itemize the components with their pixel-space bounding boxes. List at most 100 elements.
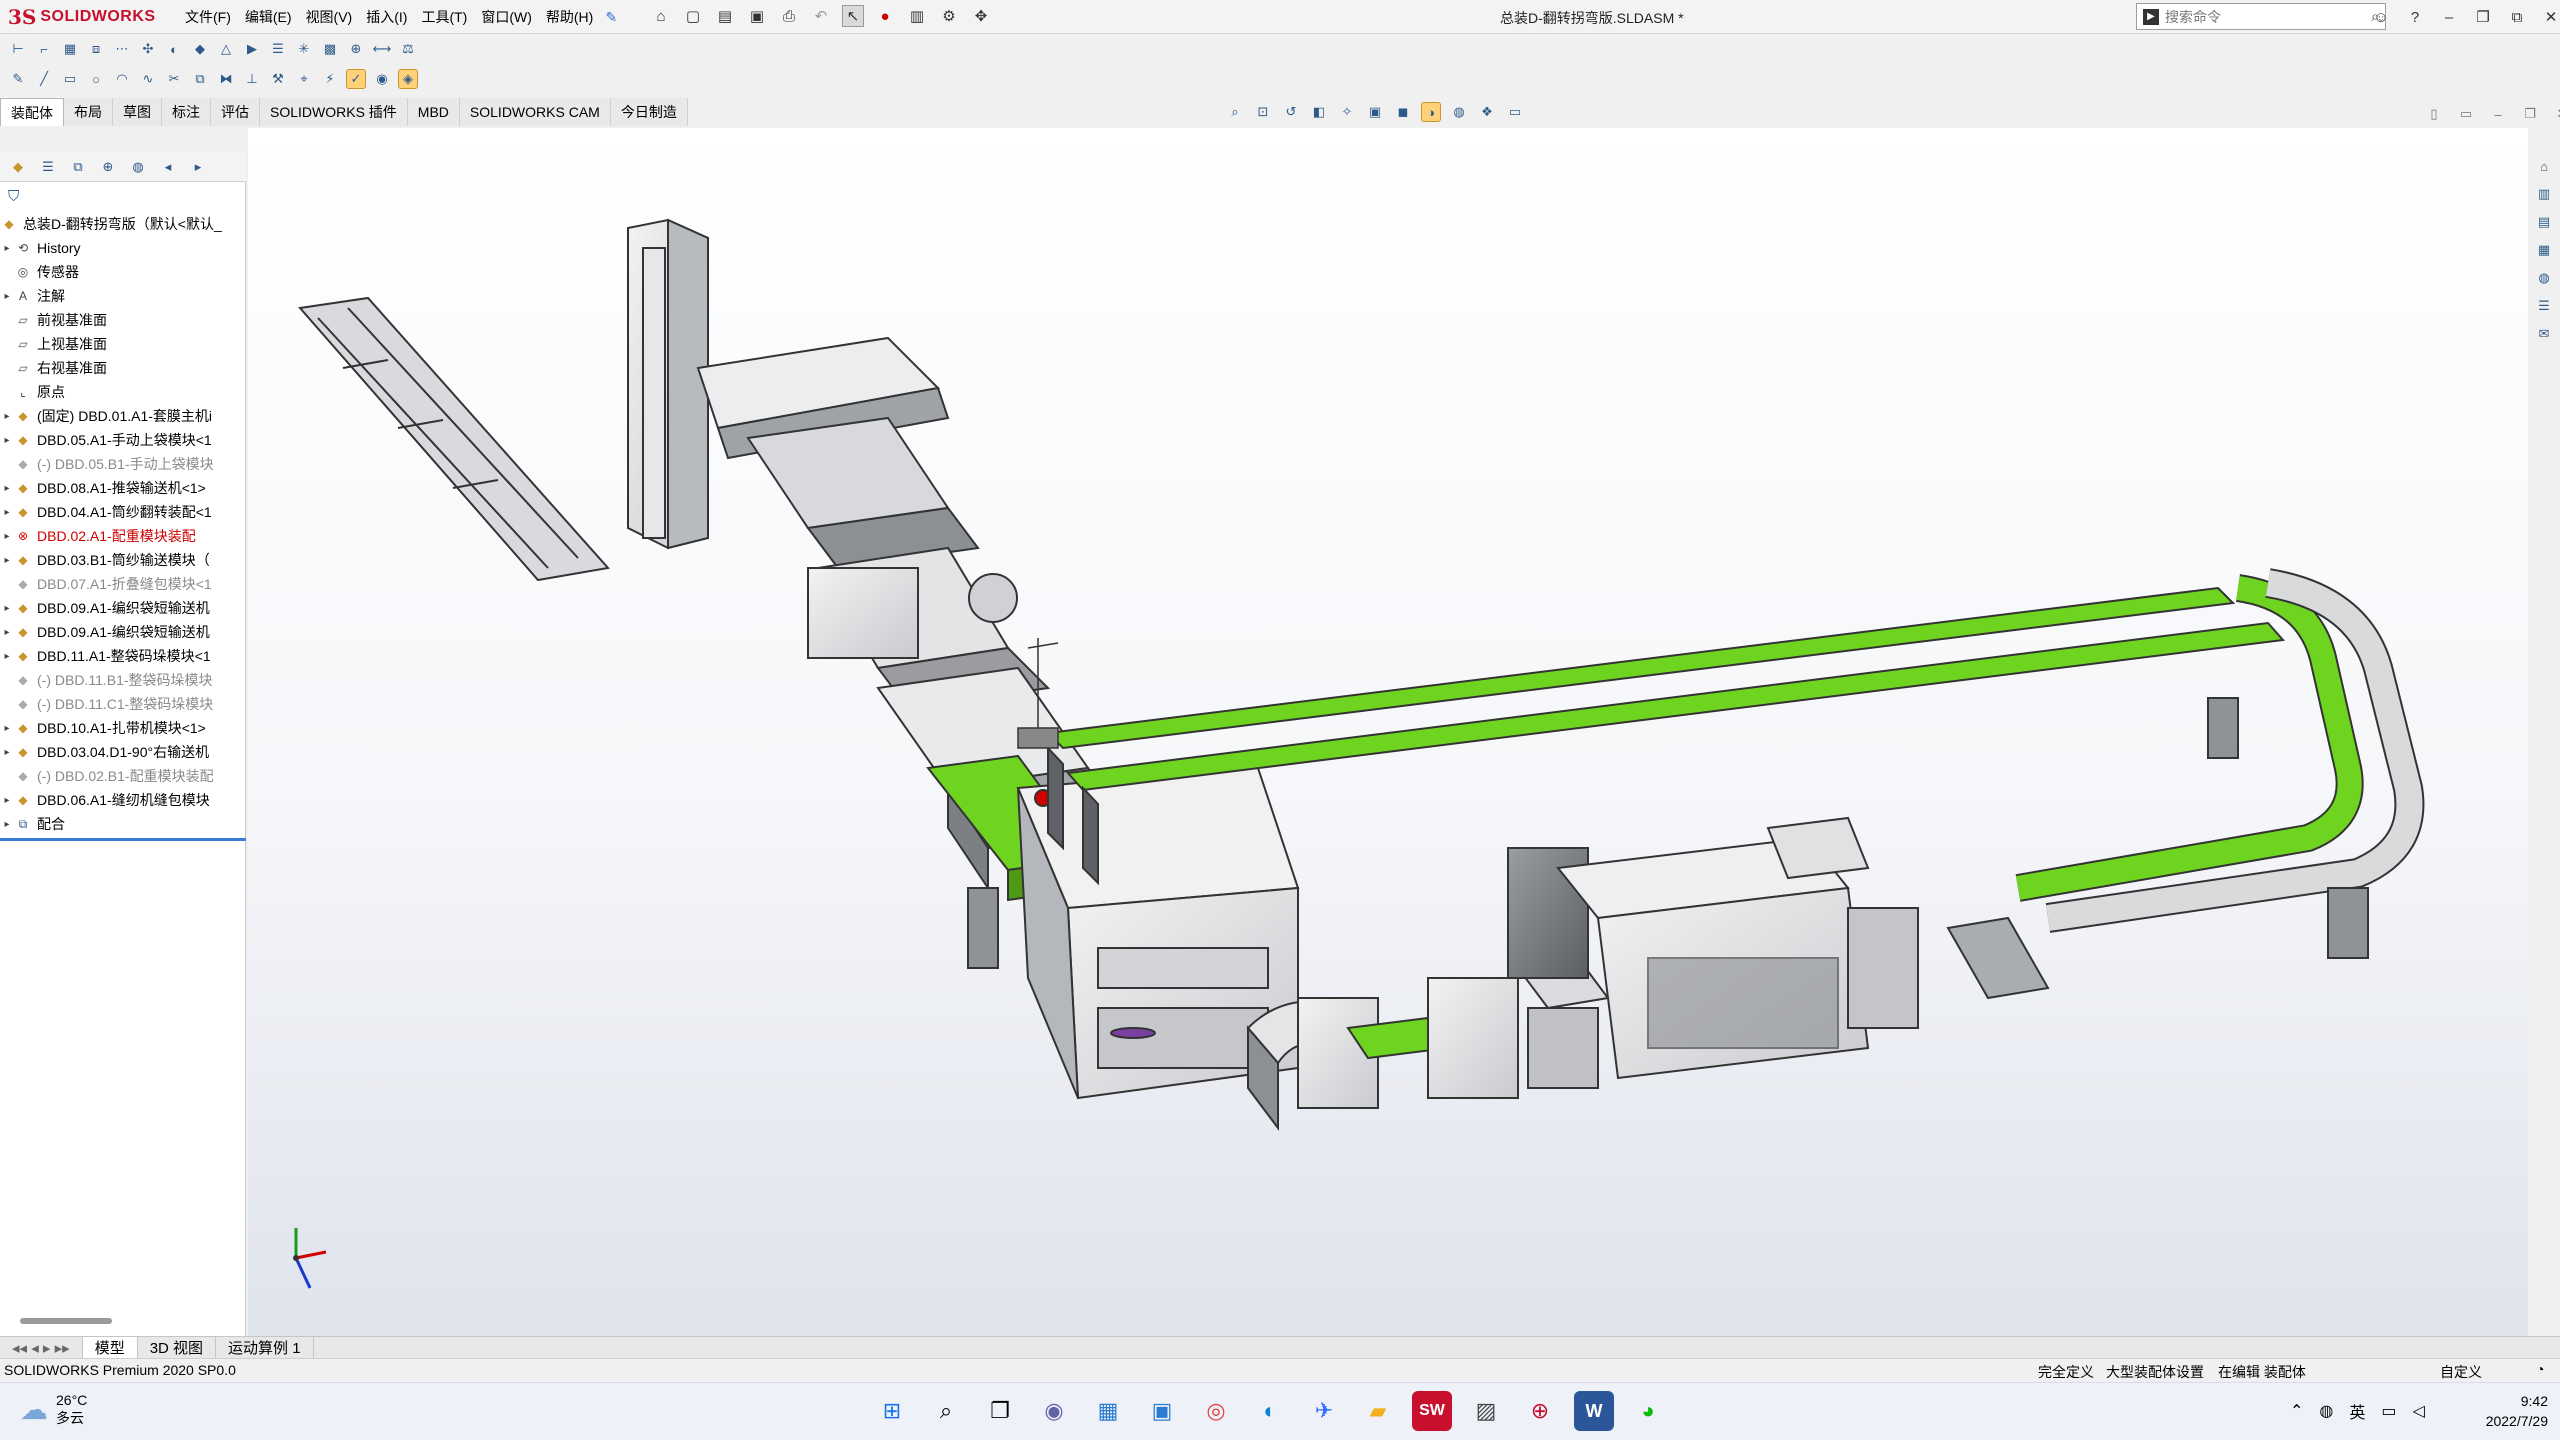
weather-widget[interactable]: ☁ 26°C 多云 [20, 1391, 87, 1427]
viewport-minimize-icon[interactable]: – [2488, 104, 2508, 124]
feishu-icon[interactable]: ✈ [1304, 1391, 1344, 1431]
tree-item[interactable]: ▸ ◆ DBD.09.A1-编织袋短输送机 [0, 620, 246, 644]
tree-item[interactable]: ◆ DBD.07.A1-折叠缝包模块<1 [0, 572, 246, 596]
viewport-split-icon[interactable]: ▯ [2424, 104, 2444, 124]
toggle-view-icon[interactable]: ◈ [398, 69, 418, 89]
traffic-light-icon[interactable]: ● [874, 5, 896, 27]
print-icon[interactable]: ⎙ [778, 5, 800, 27]
undo-icon[interactable]: ↶ [810, 5, 832, 27]
tab-evaluate[interactable]: 评估 [211, 98, 260, 126]
file-explorer-taskbar-icon[interactable]: ▰ [1358, 1391, 1398, 1431]
expand-arrow-icon[interactable]: ▸ [0, 483, 14, 494]
graphics-area[interactable] [248, 128, 2528, 1336]
expand-arrow-icon[interactable]: ▸ [0, 603, 14, 614]
tree-item[interactable]: ▸ A 注解 [0, 284, 246, 308]
tree-item[interactable]: ▸ ◆ DBD.03.04.D1-90°右输送机 [0, 740, 246, 764]
lift-column[interactable] [627, 218, 709, 550]
tab-motion-study[interactable]: 运动算例 1 [216, 1336, 314, 1359]
expand-arrow-icon[interactable]: ▸ [0, 723, 14, 734]
tree-item[interactable]: ▸ ⧉ 配合 [0, 812, 246, 836]
tab-mbd[interactable]: MBD [407, 98, 460, 126]
move-component-icon[interactable]: ✣ [138, 39, 158, 59]
sketch-tool-icon[interactable]: ✎ [8, 69, 28, 89]
expand-arrow-icon[interactable]: ▸ [0, 291, 14, 302]
tab-scroll-left-icon[interactable]: ◂ [158, 157, 178, 177]
custom-properties-icon[interactable]: ☰ [2534, 296, 2554, 316]
design-library-icon[interactable]: ▥ [2534, 184, 2554, 204]
apply-scene-icon[interactable]: ❖ [1477, 102, 1497, 122]
repair-icon[interactable]: ⚒ [268, 69, 288, 89]
tree-item[interactable]: ▸ ⟲ History [0, 236, 246, 260]
search-commands-box[interactable]: ▶ 搜索命令 ⌕ [2136, 3, 2386, 30]
status-chat-icon[interactable]: ◔ [2536, 1361, 2544, 1377]
expand-arrow-icon[interactable]: ▸ [0, 627, 14, 638]
tree-item[interactable]: ▸ ◆ DBD.10.A1-扎带机模块<1> [0, 716, 246, 740]
tab-cam[interactable]: SOLIDWORKS CAM [459, 98, 611, 126]
solidworks-logo[interactable]: 3S SOLIDWORKS [8, 4, 158, 30]
minimize-icon[interactable]: – [2438, 6, 2460, 28]
tab-today-manufacturing[interactable]: 今日制造 [610, 98, 688, 126]
tree-item[interactable]: ▸ ◆ DBD.09.A1-编织袋短输送机 [0, 596, 246, 620]
file-properties-icon[interactable]: ▥ [906, 5, 928, 27]
tab-assembly[interactable]: 装配体 [0, 98, 64, 126]
tree-item[interactable]: ▸ ◆ DBD.04.A1-筒纱翻转装配<1 [0, 500, 246, 524]
tree-item[interactable]: ◆ (-) DBD.11.C1-整袋码垛模块 [0, 692, 246, 716]
assembly-model[interactable] [248, 128, 2528, 1336]
menu-help[interactable]: 帮助(H) [539, 7, 600, 27]
expand-arrow-icon[interactable]: ▸ [0, 507, 14, 518]
file-explorer-icon[interactable]: ▤ [2534, 212, 2554, 232]
tab-nav-buttons[interactable]: ◂◂ ◂ ▸ ▸▸ [0, 1336, 83, 1359]
screen-capture-icon[interactable]: ▨ [1466, 1391, 1506, 1431]
property-manager-tab-icon[interactable]: ☰ [38, 157, 58, 177]
rack-frame[interactable] [298, 296, 610, 582]
tree-item[interactable]: ▱ 上视基准面 [0, 332, 246, 356]
pin-icon[interactable]: ✎ [600, 6, 622, 28]
select-arrow-icon[interactable]: ↖ [842, 5, 864, 27]
viewport-close-icon[interactable]: ✕ [2552, 104, 2560, 124]
menu-file[interactable]: 文件(F) [178, 7, 238, 27]
view-palette-icon[interactable]: ▦ [2534, 240, 2554, 260]
rectangle-icon[interactable]: ▭ [60, 69, 80, 89]
reference-geometry-icon[interactable]: △ [216, 39, 236, 59]
mirror-icon[interactable]: ⧓ [216, 69, 236, 89]
chrome-icon[interactable]: ◎ [1196, 1391, 1236, 1431]
relations-icon[interactable]: ⊥ [242, 69, 262, 89]
solidworks-resources-icon[interactable]: ⌂ [2534, 156, 2554, 176]
expand-arrow-icon[interactable]: ▸ [0, 555, 14, 566]
solidworks-taskbar-icon[interactable]: SW [1412, 1391, 1452, 1431]
viewport-restore-icon[interactable]: ❐ [2520, 104, 2540, 124]
expand-arrow-icon[interactable]: ▸ [0, 651, 14, 662]
zoom-to-fit-icon[interactable]: ⌕ [1225, 102, 1245, 122]
tree-item[interactable]: ▸ ◆ DBD.03.B1-筒纱输送模块（ [0, 548, 246, 572]
menu-window[interactable]: 窗口(W) [474, 7, 539, 27]
arc-icon[interactable]: ◠ [112, 69, 132, 89]
new-document-icon[interactable]: ▢ [682, 5, 704, 27]
configuration-manager-tab-icon[interactable]: ⧉ [68, 157, 88, 177]
tree-root[interactable]: ◆ 总装D-翻转拐弯版（默认<默认_ [0, 212, 246, 236]
pattern-icon[interactable]: ⋯ [112, 39, 132, 59]
display-manager-tab-icon[interactable]: ◍ [128, 157, 148, 177]
open-folder-icon[interactable]: ▤ [714, 5, 736, 27]
expand-arrow-icon[interactable]: ▸ [0, 747, 14, 758]
filter-icon[interactable]: ⛉ [8, 188, 19, 205]
view-settings-icon[interactable]: ▭ [1505, 102, 1525, 122]
roller-conveyor[interactable] [746, 416, 1051, 710]
dynamic-annotation-icon[interactable]: ✧ [1337, 102, 1357, 122]
bill-of-materials-icon[interactable]: ☰ [268, 39, 288, 59]
tree-item[interactable]: ▸ ◆ (固定) DBD.01.A1-套膜主机i [0, 404, 246, 428]
section-view-icon[interactable]: ◧ [1309, 102, 1329, 122]
user-icon[interactable]: ☺ [2370, 6, 2392, 28]
search-input[interactable]: 搜索命令 [2165, 7, 2365, 27]
tab-sketch[interactable]: 草图 [113, 98, 162, 126]
tab-model[interactable]: 模型 [82, 1336, 138, 1359]
interference-icon[interactable]: ⊕ [346, 39, 366, 59]
rapid-sketch-icon[interactable]: ⚡ [320, 69, 340, 89]
tree-item[interactable]: ▸ ◆ DBD.08.A1-推袋输送机<1> [0, 476, 246, 500]
tree-filter[interactable]: ⛉ [0, 184, 246, 208]
expand-arrow-icon[interactable]: ▸ [0, 531, 14, 542]
tree-item[interactable]: ◆ (-) DBD.05.B1-手动上袋模块 [0, 452, 246, 476]
word-icon[interactable]: W [1574, 1391, 1614, 1431]
tab-3d-view[interactable]: 3D 视图 [138, 1336, 217, 1359]
customize-icon[interactable]: ✥ [970, 5, 992, 27]
netease-icon[interactable]: ⊕ [1520, 1391, 1560, 1431]
